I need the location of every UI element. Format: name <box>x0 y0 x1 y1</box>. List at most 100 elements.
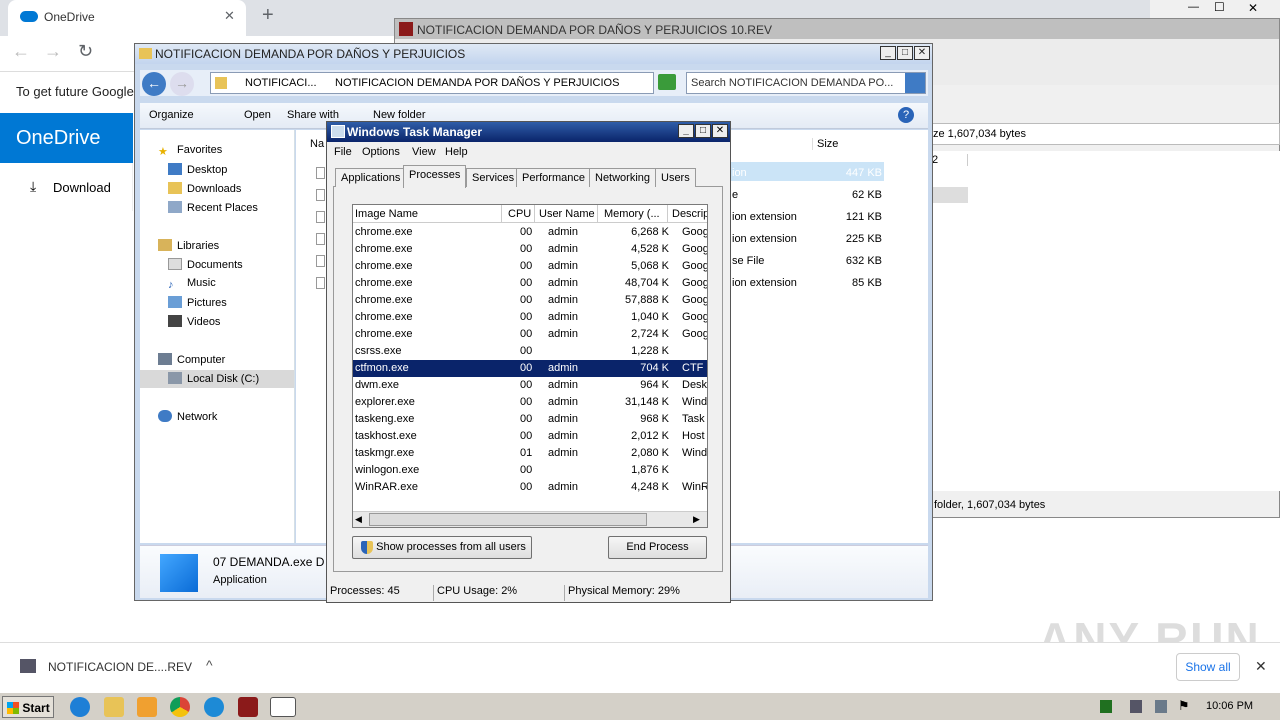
column-size-header[interactable]: Size <box>812 138 892 150</box>
tab-users[interactable]: Users <box>655 168 696 187</box>
process-row[interactable]: WinRAR.exe 00 admin 4,248 K WinR <box>353 479 707 496</box>
process-row[interactable]: taskeng.exe 00 admin 968 K Task <box>353 411 707 428</box>
col-cpu[interactable]: CPU <box>502 205 535 223</box>
process-row[interactable]: chrome.exe 00 admin 5,068 K Goog <box>353 258 707 275</box>
show-all-downloads-button[interactable]: Show all <box>1176 653 1240 681</box>
process-row[interactable]: chrome.exe 00 admin 48,704 K Goog <box>353 275 707 292</box>
address-bar[interactable]: NOTIFICACI... NOTIFICACION DEMANDA POR D… <box>210 72 654 94</box>
nav-pictures[interactable]: Pictures <box>168 296 227 309</box>
minimize-button[interactable]: — <box>1188 1 1199 13</box>
process-row[interactable]: chrome.exe 00 admin 2,724 K Goog <box>353 326 707 343</box>
nav-network[interactable]: Network <box>158 410 217 423</box>
tm-close[interactable]: ✕ <box>712 124 728 138</box>
chrome-tab-onedrive[interactable]: OneDrive ✕ <box>8 0 246 36</box>
ie-icon[interactable] <box>70 697 90 717</box>
share-with-button[interactable]: Share with <box>287 109 339 121</box>
nav-desktop[interactable]: Desktop <box>168 163 227 176</box>
nav-music[interactable]: ♪ Music <box>168 277 216 291</box>
tm-minimize[interactable]: _ <box>678 124 694 138</box>
column-name-header[interactable]: Na <box>310 138 324 150</box>
show-all-processes-button[interactable]: Show processes from all users <box>352 536 532 559</box>
tab-services[interactable]: Services <box>466 168 521 187</box>
process-row[interactable]: chrome.exe 00 admin 1,040 K Goog <box>353 309 707 326</box>
tab-close-icon[interactable]: ✕ <box>224 8 235 24</box>
download-item-name[interactable]: NOTIFICACION DE....REV <box>48 660 192 674</box>
col-description[interactable]: Descrip <box>668 205 707 223</box>
back-icon[interactable]: ← <box>142 72 166 96</box>
process-row[interactable]: taskmgr.exe 01 admin 2,080 K Wind <box>353 445 707 462</box>
scroll-left-icon[interactable]: ◀ <box>355 514 362 525</box>
search-icon[interactable] <box>905 73 925 93</box>
reload-button[interactable]: ↻ <box>78 41 93 62</box>
process-cpu: 00 <box>520 226 533 238</box>
menu-view[interactable]: View <box>412 146 436 158</box>
close-shelf-icon[interactable]: ✕ <box>1255 658 1267 675</box>
process-user: admin <box>548 226 578 238</box>
menu-file[interactable]: File <box>334 146 352 158</box>
tab-processes[interactable]: Processes <box>403 165 467 188</box>
open-button[interactable]: Open <box>244 109 271 121</box>
tray-icon-network[interactable] <box>1130 700 1142 713</box>
new-tab-button[interactable]: + <box>262 4 274 27</box>
nav-favorites[interactable]: ★ Favorites <box>158 144 222 158</box>
tm-maximize[interactable]: □ <box>695 124 711 138</box>
forward-icon[interactable]: → <box>170 72 194 96</box>
nav-videos[interactable]: Videos <box>168 315 220 328</box>
organize-button[interactable]: Organize <box>149 109 194 121</box>
media-player-icon[interactable] <box>137 697 157 717</box>
process-row[interactable]: winlogon.exe 00 1,876 K <box>353 462 707 479</box>
scroll-thumb[interactable] <box>369 513 647 526</box>
start-button[interactable]: Start <box>2 696 54 718</box>
new-folder-button[interactable]: New folder <box>373 109 426 121</box>
close-button[interactable]: ✕ <box>1248 1 1258 15</box>
col-memory[interactable]: Memory (... <box>598 205 668 223</box>
process-row[interactable]: chrome.exe 00 admin 4,528 K Goog <box>353 241 707 258</box>
winrar-taskbar-icon[interactable] <box>238 697 258 717</box>
process-row[interactable]: dwm.exe 00 admin 964 K Desk <box>353 377 707 394</box>
tab-networking[interactable]: Networking <box>589 168 657 187</box>
tab-performance[interactable]: Performance <box>516 168 591 187</box>
clock[interactable]: 10:06 PM <box>1206 700 1253 712</box>
task-manager-taskbar-icon[interactable] <box>270 697 296 717</box>
breadcrumb-parent[interactable]: NOTIFICACI... <box>245 77 317 89</box>
nav-downloads[interactable]: Downloads <box>168 182 241 195</box>
nav-recent[interactable]: Recent Places <box>168 201 258 214</box>
tray-icon-monitor[interactable] <box>1155 700 1167 713</box>
help-icon[interactable]: ? <box>898 107 914 123</box>
chrome-icon[interactable] <box>170 697 190 717</box>
download-link[interactable]: ⤓ Download <box>0 163 133 211</box>
horizontal-scrollbar[interactable]: ◀ ▶ <box>353 511 707 527</box>
process-row[interactable]: ctfmon.exe 00 admin 704 K CTF I <box>353 360 707 377</box>
process-row[interactable]: taskhost.exe 00 admin 2,012 K Host <box>353 428 707 445</box>
flag-icon[interactable]: ⚑ <box>1178 698 1190 714</box>
maximize-button[interactable]: ☐ <box>1214 0 1225 14</box>
tray-icon-green[interactable] <box>1100 700 1112 713</box>
forward-button[interactable]: → <box>44 41 62 62</box>
col-image-name[interactable]: Image Name <box>353 205 502 223</box>
process-row[interactable]: chrome.exe 00 admin 57,888 K Goog <box>353 292 707 309</box>
process-row[interactable]: csrss.exe 00 1,228 K <box>353 343 707 360</box>
search-field[interactable]: Search NOTIFICACION DEMANDA PO... <box>686 72 926 94</box>
col-user-name[interactable]: User Name <box>535 205 598 223</box>
menu-options[interactable]: Options <box>362 146 400 158</box>
winrar-selected-row[interactable] <box>932 187 968 203</box>
nav-computer[interactable]: Computer <box>158 353 225 366</box>
refresh-icon[interactable] <box>658 74 676 90</box>
explorer-close[interactable]: ✕ <box>914 46 930 60</box>
explorer-maximize[interactable]: □ <box>897 46 913 60</box>
process-row[interactable]: chrome.exe 00 admin 6,268 K Goog <box>353 224 707 241</box>
process-row[interactable]: explorer.exe 00 admin 31,148 K Wind <box>353 394 707 411</box>
explorer-minimize[interactable]: _ <box>880 46 896 60</box>
nav-libraries[interactable]: Libraries <box>158 239 219 252</box>
back-button[interactable]: ← <box>12 41 30 62</box>
nav-documents[interactable]: Documents <box>168 258 243 271</box>
nav-local-disk[interactable]: Local Disk (C:) <box>140 370 294 388</box>
edge-icon[interactable] <box>204 697 224 717</box>
menu-help[interactable]: Help <box>445 146 468 158</box>
chevron-up-icon[interactable]: ^ <box>206 657 213 673</box>
end-process-button[interactable]: End Process <box>608 536 707 559</box>
breadcrumb-current[interactable]: NOTIFICACION DEMANDA POR DAÑOS Y PERJUIC… <box>335 77 619 89</box>
tab-applications[interactable]: Applications <box>335 168 407 187</box>
scroll-right-icon[interactable]: ▶ <box>693 514 700 525</box>
explorer-icon[interactable] <box>104 697 124 717</box>
